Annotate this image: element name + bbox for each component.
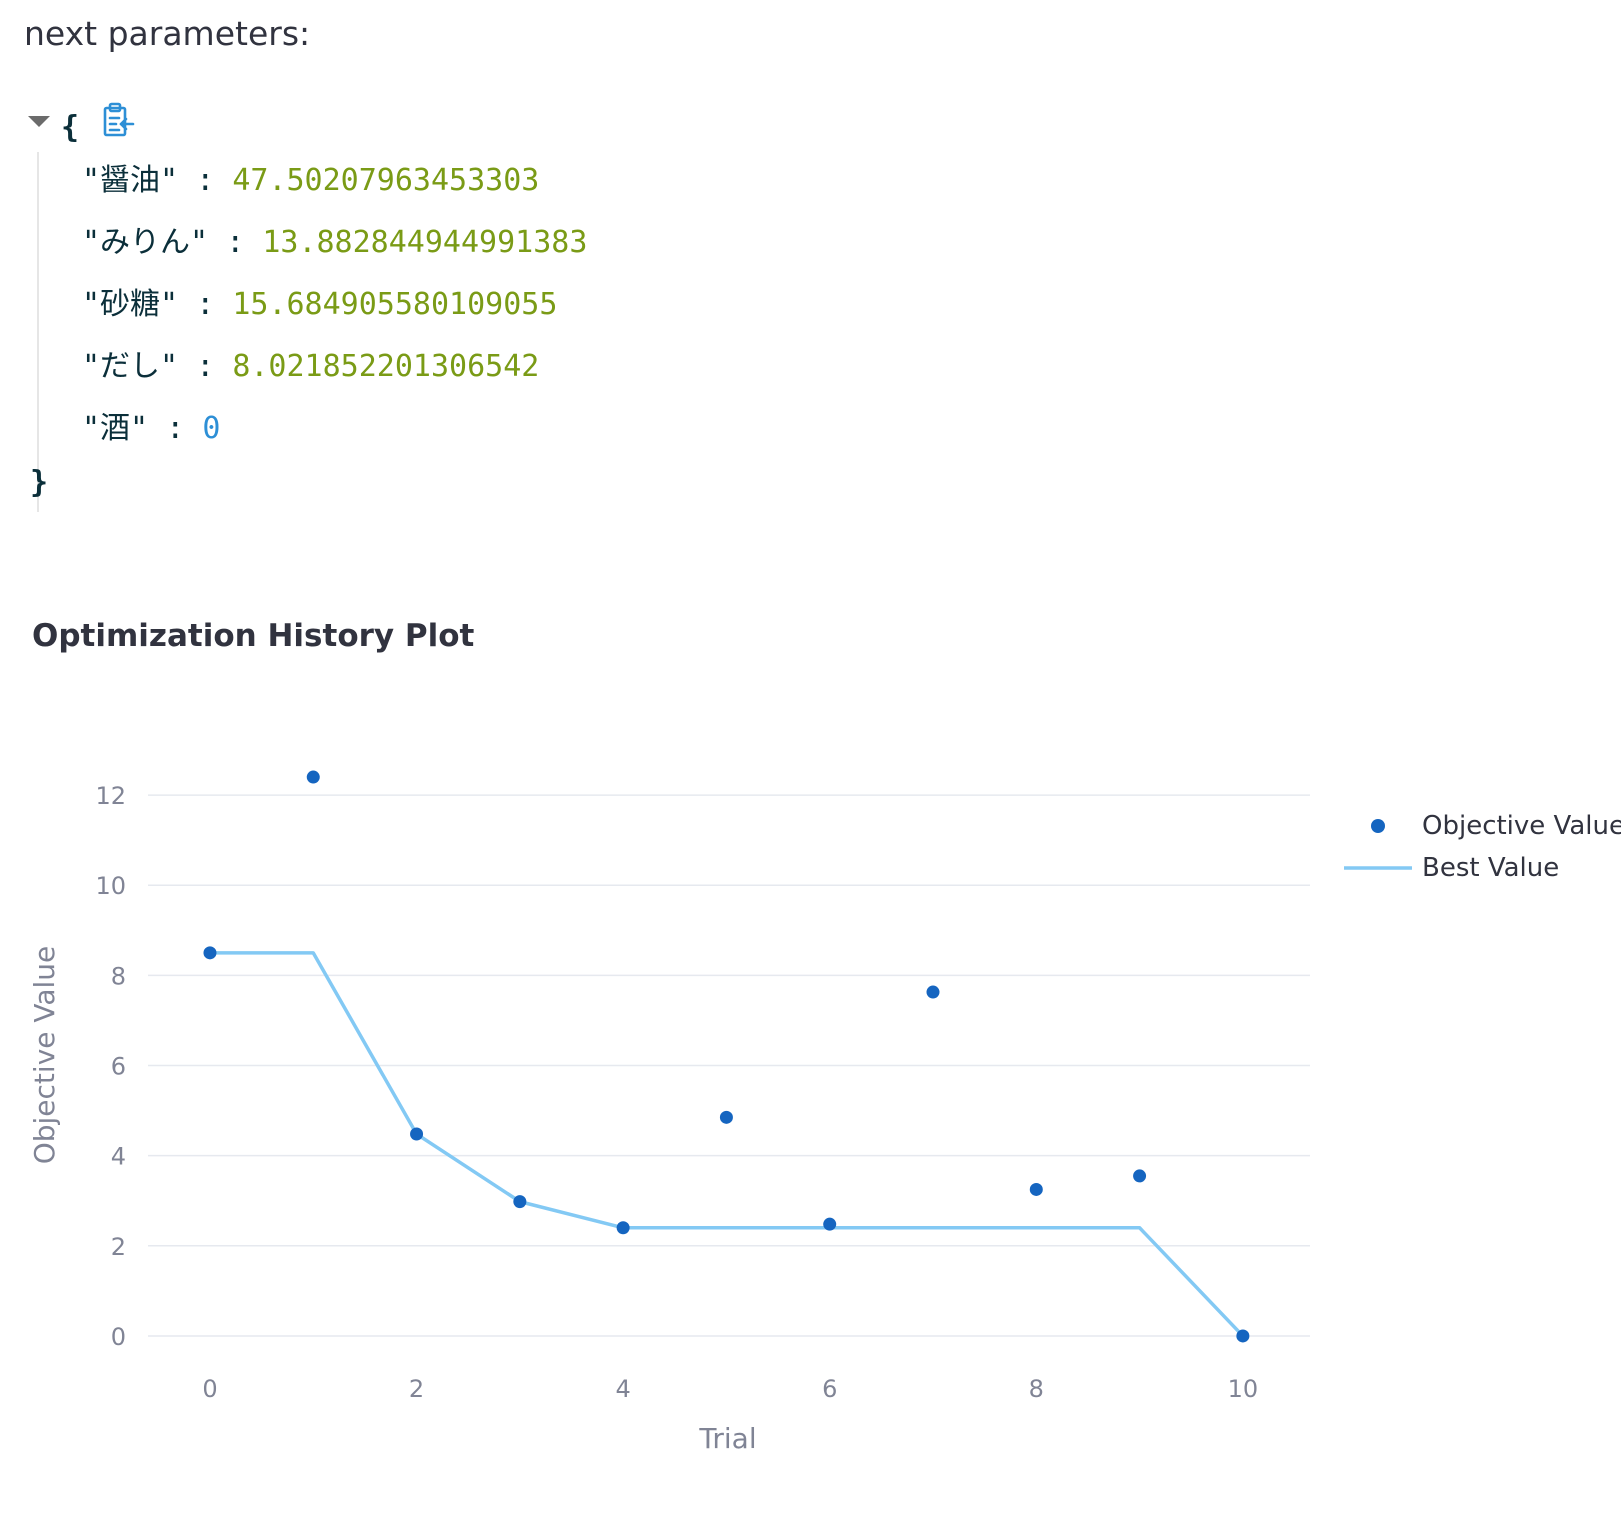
x-tick-label: 6 — [822, 1375, 837, 1403]
json-value: 0 — [202, 411, 221, 446]
optimization-history-chart[interactable]: 0 2 4 6 8 10 12 0 2 4 6 8 10 Trial Objective Value … — [0, 690, 1621, 1490]
x-axis-ticks: 0 2 4 6 8 10 — [202, 1375, 1258, 1403]
objective-value-point[interactable] — [1133, 1169, 1147, 1183]
y-tick-label: 4 — [111, 1143, 126, 1171]
x-tick-label: 0 — [202, 1375, 217, 1403]
json-key: "だし" — [82, 349, 179, 384]
objective-value-point[interactable] — [410, 1127, 424, 1141]
next-parameters-label: next parameters: — [24, 14, 311, 53]
clipboard-copy-icon[interactable] — [102, 102, 136, 138]
json-value: 13.882844944991383 — [262, 225, 588, 260]
json-entry: "みりん" : 13.882844944991383 — [82, 223, 587, 263]
json-entry: "醤油" : 47.50207963453303 — [82, 161, 539, 201]
json-viewer: { "醤油" : 47.50207963453303 "みりん" : 13.88… — [24, 100, 724, 540]
objective-value-point[interactable] — [1236, 1329, 1250, 1343]
y-tick-label: 8 — [111, 962, 126, 990]
json-colon: : — [226, 225, 245, 260]
y-tick-label: 2 — [111, 1233, 126, 1261]
chart-gridlines — [148, 794, 1310, 1337]
objective-value-point[interactable] — [1029, 1182, 1043, 1196]
objective-value-point[interactable] — [719, 1110, 733, 1124]
json-value: 47.50207963453303 — [232, 163, 540, 198]
x-axis-label: Trial — [698, 1422, 756, 1455]
json-colon: : — [166, 411, 185, 446]
legend-label-best-value[interactable]: Best Value — [1422, 853, 1559, 883]
json-indent-guide — [37, 152, 39, 512]
objective-value-point[interactable] — [513, 1195, 527, 1209]
y-tick-label: 0 — [111, 1323, 126, 1351]
y-axis-ticks: 0 2 4 6 8 10 12 — [95, 782, 126, 1351]
x-tick-label: 2 — [409, 1375, 424, 1403]
plot-title: Optimization History Plot — [32, 618, 475, 654]
json-value: 15.684905580109055 — [232, 287, 558, 322]
json-entry: "酒" : 0 — [82, 409, 220, 449]
json-key: "酒" — [82, 411, 149, 446]
json-colon: : — [196, 163, 215, 198]
json-entry: "砂糖" : 15.684905580109055 — [82, 285, 557, 325]
best-value-line — [209, 951, 1245, 1338]
legend-label-objective-value[interactable]: Objective Value — [1422, 811, 1621, 841]
json-value: 8.021852201306542 — [232, 349, 540, 384]
y-tick-label: 12 — [95, 782, 126, 810]
json-colon: : — [196, 287, 215, 322]
caret-down-icon[interactable] — [28, 116, 50, 127]
y-tick-label: 10 — [95, 872, 126, 900]
x-tick-label: 10 — [1228, 1375, 1259, 1403]
objective-value-point[interactable] — [616, 1221, 630, 1235]
objective-value-series — [203, 770, 1250, 1343]
chart-legend: Objective Value Best Value — [1344, 811, 1621, 883]
json-key: "みりん" — [82, 225, 209, 260]
json-open-brace: { — [61, 110, 80, 145]
y-axis-label: Objective Value — [28, 946, 61, 1165]
objective-value-point[interactable] — [823, 1217, 837, 1231]
json-close-brace: } — [30, 465, 49, 500]
json-colon: : — [196, 349, 215, 384]
x-tick-label: 8 — [1029, 1375, 1044, 1403]
objective-value-point[interactable] — [306, 770, 320, 784]
best-value-series — [209, 951, 1245, 1338]
json-entry: "だし" : 8.021852201306542 — [82, 347, 539, 387]
json-key: "醤油" — [82, 163, 179, 198]
objective-value-point[interactable] — [926, 985, 940, 999]
legend-marker-objective-value — [1371, 819, 1385, 833]
json-key: "砂糖" — [82, 287, 179, 322]
x-tick-label: 4 — [615, 1375, 630, 1403]
y-tick-label: 6 — [111, 1053, 126, 1081]
objective-value-point[interactable] — [203, 946, 217, 960]
